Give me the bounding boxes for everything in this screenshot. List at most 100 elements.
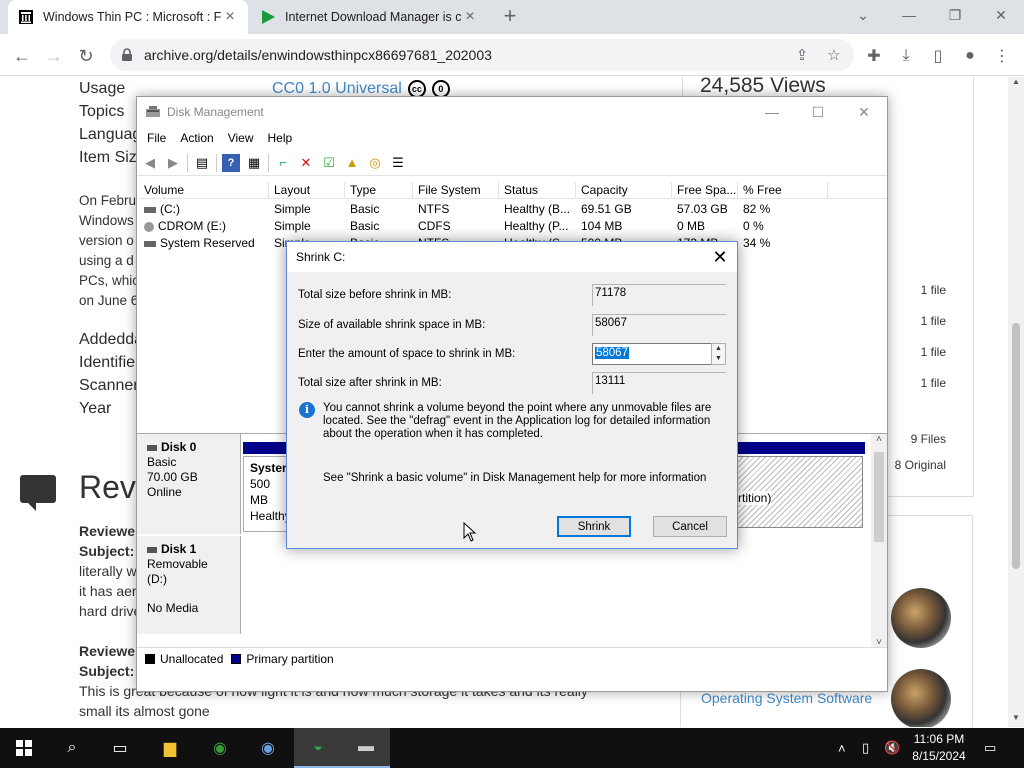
task-view-icon[interactable]: ▭ [96, 728, 144, 768]
total-after-value: 13111 [592, 372, 726, 394]
open-folder-icon[interactable]: ▲ [343, 154, 361, 172]
search-folder-icon[interactable]: ◎ [366, 154, 384, 172]
forward-arrow-icon[interactable]: ▶ [164, 154, 182, 172]
column-file-system[interactable]: File System [413, 182, 499, 199]
volume-row[interactable]: CDROM (E:) Simple Basic CDFS Healthy (P.… [139, 218, 887, 235]
properties-icon[interactable]: ▦ [245, 154, 263, 172]
shrink-amount-input[interactable]: 58067 [592, 343, 712, 365]
reload-button[interactable]: ↻ [72, 42, 100, 70]
network-icon[interactable]: ▯ [862, 728, 869, 768]
search-icon[interactable]: ⌕ [48, 728, 96, 768]
volume-row[interactable]: (C:) Simple Basic NTFS Healthy (B... 69.… [139, 201, 887, 218]
info-icon: i [299, 402, 315, 418]
internet-download-manager-icon[interactable]: ◒ [294, 728, 342, 768]
spin-up-arrow[interactable]: ▲ [712, 344, 725, 354]
close-window-button[interactable]: ✕ [978, 0, 1024, 30]
list-view-icon[interactable]: ☰ [389, 154, 407, 172]
share-icon[interactable]: ⇪ [790, 46, 814, 64]
tab-archive[interactable]: Windows Thin PC : Microsoft : F × [8, 0, 248, 34]
c-drive-partition[interactable]: rtition) [737, 456, 863, 528]
browser-menu-icon[interactable]: ⋮ [990, 44, 1014, 68]
close-icon[interactable]: ✕ [707, 244, 733, 270]
file-count[interactable]: 1 file [921, 283, 946, 297]
chrome-icon[interactable]: ◉ [196, 728, 244, 768]
meta-year-label: Year [79, 400, 112, 417]
disk0-label[interactable]: Disk 0 Basic 70.00 GB Online [137, 434, 241, 534]
shrink-button[interactable]: Shrink [557, 516, 631, 537]
spin-down-arrow[interactable]: ▼ [712, 354, 725, 364]
scrollbar-thumb[interactable] [1012, 323, 1020, 569]
review-subject-label: Subject: [79, 543, 135, 559]
shrink-dialog-titlebar[interactable]: Shrink C: ✕ [287, 242, 737, 272]
cancel-button[interactable]: Cancel [653, 516, 727, 537]
operating-system-software-link[interactable]: Operating System Software [701, 690, 872, 706]
bookmark-star-icon[interactable]: ☆ [822, 46, 846, 64]
download-icon[interactable]: ⤓ [894, 44, 918, 68]
system-clock[interactable]: 11:06 PM 8/15/2024 [906, 731, 972, 765]
scrollbar-thumb[interactable] [874, 452, 884, 542]
file-count[interactable]: 1 file [921, 345, 946, 359]
profile-avatar-icon[interactable]: ● [958, 44, 982, 68]
extensions-icon[interactable]: ✚ [862, 44, 886, 68]
minimize-button[interactable]: — [886, 0, 932, 30]
column-status[interactable]: Status [499, 182, 576, 199]
files-original[interactable]: 8 Original [895, 458, 946, 472]
back-button[interactable]: ← [8, 42, 36, 70]
close-button[interactable]: ✕ [841, 97, 887, 127]
close-tab-icon[interactable]: × [222, 9, 238, 25]
tab-idm[interactable]: Internet Download Manager is c × [250, 0, 488, 34]
gears-thumbnail[interactable] [891, 669, 951, 727]
shrink-amount-spinner[interactable]: ▲ ▼ [711, 343, 726, 365]
disk1-type: Removable (D:) [147, 557, 208, 586]
disk1-label[interactable]: Disk 1 Removable (D:) No Media [137, 536, 241, 634]
side-panel-icon[interactable]: ▯ [926, 44, 950, 68]
restore-button[interactable]: ❐ [932, 0, 978, 30]
connect-disk-icon[interactable]: ⌐ [274, 154, 292, 172]
files-total[interactable]: 9 Files [911, 432, 946, 446]
column-free-space[interactable]: Free Spa... [672, 182, 738, 199]
start-button[interactable] [0, 728, 48, 768]
minimize-button[interactable]: — [749, 97, 795, 127]
delete-icon[interactable]: ✕ [297, 154, 315, 172]
help-icon[interactable]: ? [222, 153, 240, 172]
scroll-up-arrow[interactable]: ˄ [871, 434, 887, 445]
gears-thumbnail[interactable] [891, 588, 951, 648]
column-type[interactable]: Type [345, 182, 413, 199]
file-count[interactable]: 1 file [921, 376, 946, 390]
windows-logo-icon [16, 740, 32, 756]
disk-management-titlebar[interactable]: Disk Management — ☐ ✕ [137, 97, 887, 127]
browser-app-icon[interactable]: ◉ [244, 728, 292, 768]
address-bar[interactable]: archive.org/details/enwindowsthinpcx8669… [110, 39, 854, 71]
shrink-dialog: Shrink C: ✕ Total size before shrink in … [286, 241, 738, 549]
page-scrollbar[interactable]: ▲ ▼ [1008, 77, 1024, 727]
maximize-button[interactable]: ☐ [795, 97, 841, 127]
scroll-up-arrow[interactable]: ▲ [1008, 77, 1024, 91]
column-layout[interactable]: Layout [269, 182, 345, 199]
help-message: See "Shrink a basic volume" in Disk Mana… [323, 472, 707, 484]
tab-search-icon[interactable]: ⌄ [840, 0, 886, 30]
forward-button[interactable]: → [40, 42, 68, 70]
new-tab-button[interactable]: + [498, 5, 522, 29]
volume-muted-icon[interactable]: 🔇 [884, 728, 900, 768]
console-tree-icon[interactable]: ▤ [193, 154, 211, 172]
close-tab-icon[interactable]: × [462, 9, 478, 25]
file-explorer-icon[interactable]: ▆ [146, 728, 194, 768]
graphical-view-scrollbar[interactable]: ˄ ˅ [871, 434, 887, 648]
back-arrow-icon[interactable]: ◀ [141, 154, 159, 172]
disk-management-taskbar-icon[interactable]: ▬ [342, 728, 390, 768]
menu-file[interactable]: File [141, 131, 172, 145]
column-volume[interactable]: Volume [139, 182, 269, 199]
menu-action[interactable]: Action [174, 131, 219, 145]
show-hidden-icons-icon[interactable]: ˄ [838, 728, 846, 768]
drive-icon [144, 206, 156, 213]
file-count[interactable]: 1 file [921, 314, 946, 328]
column-percent-free[interactable]: % Free [738, 182, 828, 199]
notifications-icon[interactable]: ▭ [984, 728, 996, 768]
scroll-down-arrow[interactable]: ▼ [1008, 713, 1024, 727]
menu-help[interactable]: Help [262, 131, 299, 145]
column-capacity[interactable]: Capacity [576, 182, 672, 199]
check-icon[interactable]: ☑ [320, 154, 338, 172]
menu-view[interactable]: View [222, 131, 260, 145]
system-reserved-partition[interactable]: System 500 MB Healthy [243, 456, 289, 532]
description-line: using a d [79, 253, 134, 268]
